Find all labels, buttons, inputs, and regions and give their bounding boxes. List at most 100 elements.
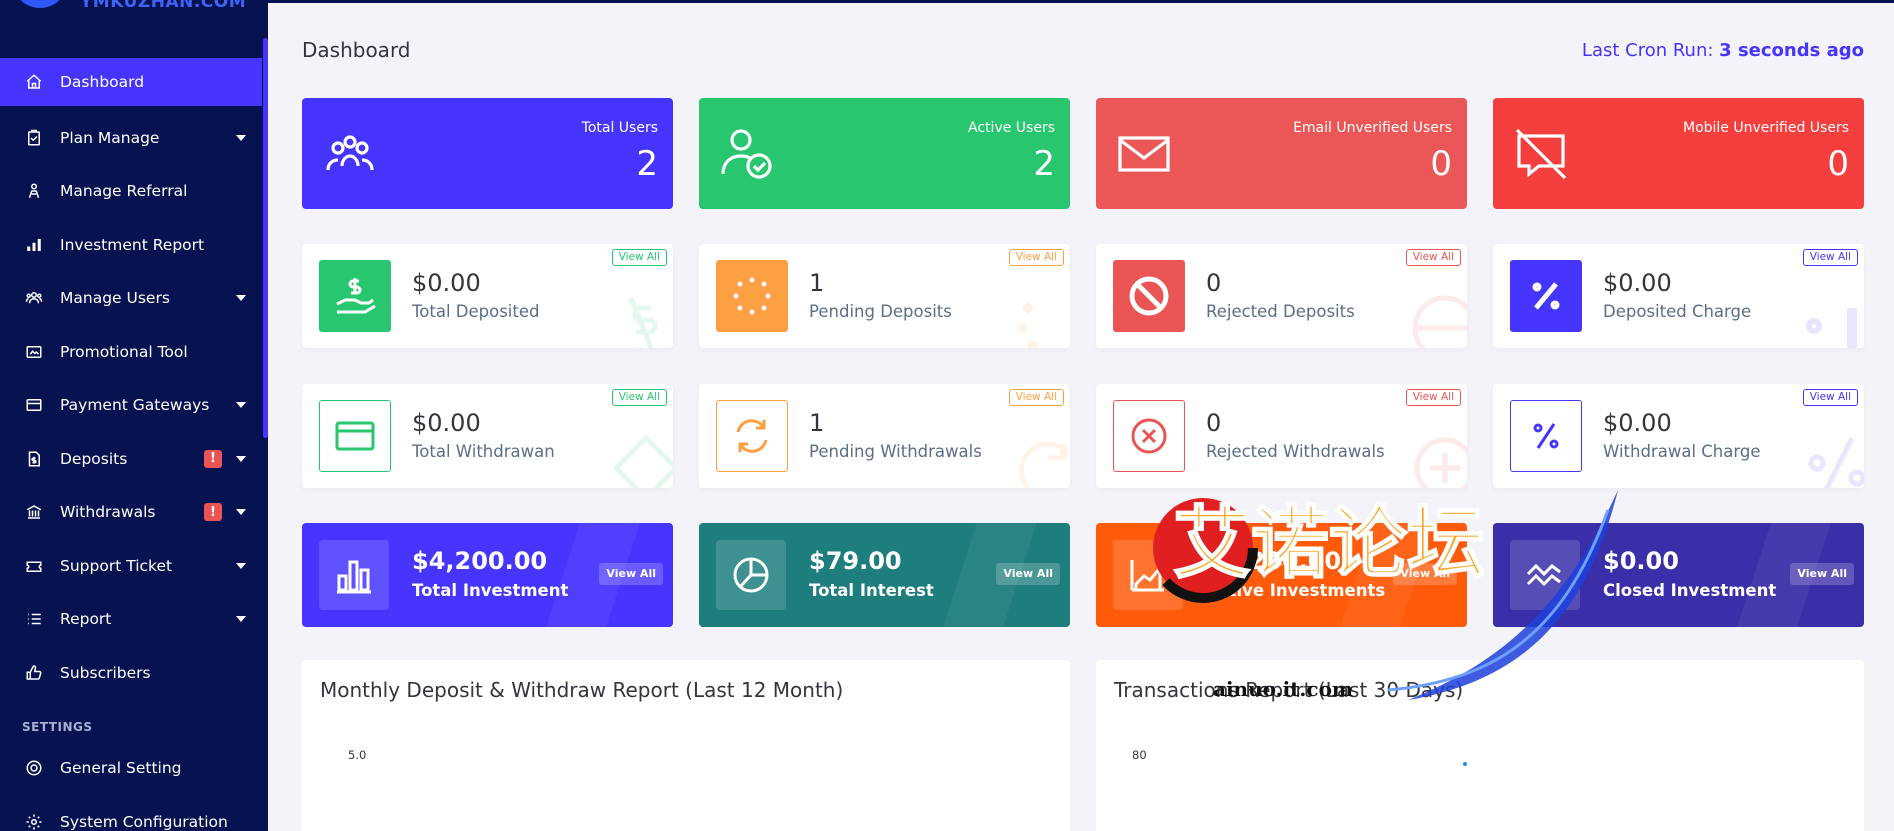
sidebar-item-label: Support Ticket (60, 556, 173, 575)
view-all-button[interactable]: View All (1802, 249, 1858, 266)
sidebar-item-subscribers[interactable]: Subscribers (0, 646, 262, 700)
top-bar (268, 0, 1894, 3)
view-all-button[interactable]: View All (599, 563, 663, 585)
sidebar-item-general-setting[interactable]: General Setting (0, 742, 262, 796)
percent-watermark-icon (1802, 288, 1864, 348)
spinner-watermark-icon (1008, 288, 1070, 348)
sidebar-item-plan-manage[interactable]: Plan Manage (0, 111, 262, 165)
view-all-button[interactable]: View All (1802, 389, 1858, 406)
sidebar-item-payment-gateways[interactable]: Payment Gateways (0, 379, 262, 433)
card-watermark-icon (611, 428, 673, 488)
sidebar-item-report[interactable]: Report (0, 593, 262, 647)
investment-value: $79.00 (809, 547, 902, 575)
sidebar-item-label: System Configuration (60, 812, 228, 831)
view-all-button[interactable]: View All (996, 563, 1060, 585)
sidebar-item-support-ticket[interactable]: Support Ticket (0, 539, 262, 593)
view-all-button[interactable]: View All (1405, 249, 1461, 266)
times-watermark-icon (1405, 428, 1467, 488)
investment-label: Active Investments (1206, 581, 1386, 600)
sidebar-item-dashboard[interactable]: Dashboard (0, 58, 262, 106)
investment-label: Total Interest (809, 581, 934, 600)
last-cron-run: Last Cron Run: 3 seconds ago (1582, 40, 1864, 61)
ticket-icon (24, 556, 44, 576)
stat-label: Pending Withdrawals (809, 442, 982, 461)
cron-label: Last Cron Run: (1581, 40, 1714, 61)
investment-value: $4,200.00 (412, 547, 548, 575)
sidebar-item-manage-users[interactable]: Manage Users (0, 272, 262, 326)
alert-badge: ! (204, 449, 222, 468)
chevron-down-icon (236, 295, 246, 302)
sidebar-menu: Dashboard Plan Manage Manage Referral In… (0, 58, 262, 831)
view-all-button[interactable]: View All (1790, 563, 1854, 585)
stat-value: $0.00 (412, 409, 481, 437)
brand-name: YMKUZHAN.COM (80, 0, 247, 12)
chevron-down-icon (236, 455, 246, 462)
clipboard-icon (24, 128, 44, 148)
sidebar-item-system-configuration[interactable]: System Configuration (0, 795, 262, 831)
transactions-report-panel: Transactions Report (Last 30 Days) 80 (1096, 660, 1864, 831)
stat-rejected-withdrawals: 0 Rejected Withdrawals View All (1096, 384, 1467, 488)
hand-dollar-icon (319, 260, 391, 332)
investment-value: $4,200.00 (1206, 547, 1342, 575)
sidebar-item-promotional-tool[interactable]: Promotional Tool (0, 325, 262, 379)
pie-chart-icon (716, 540, 786, 610)
referral-icon (24, 181, 44, 201)
chevron-down-icon (236, 562, 246, 569)
view-all-button[interactable]: View All (611, 389, 667, 406)
chevron-down-icon (236, 134, 246, 141)
stat-rejected-deposits: 0 Rejected Deposits View All (1096, 244, 1467, 348)
widget-value: 0 (1430, 144, 1452, 184)
stat-label: Deposited Charge (1603, 302, 1752, 321)
sync-icon (716, 400, 788, 472)
investment-active: $4,200.00 Active Investments View All (1096, 523, 1467, 627)
credit-card-icon (24, 395, 44, 415)
users-group-icon (322, 126, 378, 182)
widget-value: 2 (1033, 144, 1055, 184)
sidebar-item-deposits[interactable]: Deposits ! (0, 432, 262, 486)
life-ring-icon (24, 758, 44, 778)
wave-chart-icon (1510, 540, 1580, 610)
envelope-icon (1116, 126, 1172, 182)
widget-total-users[interactable]: Total Users 2 (302, 98, 673, 209)
view-all-button[interactable]: View All (1405, 389, 1461, 406)
stat-value: 1 (809, 269, 825, 297)
investment-closed: $0.00 Closed Investment View All (1493, 523, 1864, 627)
bank-icon (24, 502, 44, 522)
widget-active-users[interactable]: Active Users 2 (699, 98, 1070, 209)
sidebar-item-investment-report[interactable]: Investment Report (0, 218, 262, 272)
view-all-button[interactable]: View All (1008, 389, 1064, 406)
view-all-button[interactable]: View All (1008, 249, 1064, 266)
stat-label: Rejected Withdrawals (1206, 442, 1385, 461)
chevron-down-icon (236, 616, 246, 623)
stat-label: Pending Deposits (809, 302, 952, 321)
sidebar-item-label: Payment Gateways (60, 396, 210, 415)
brand-logo[interactable]: YMKUZHAN.COM (0, 0, 268, 46)
sidebar-item-manage-referral[interactable]: Manage Referral (0, 165, 262, 219)
stat-value: $0.00 (1603, 269, 1672, 297)
user-check-icon (719, 126, 775, 182)
sidebar-item-withdrawals[interactable]: Withdrawals ! (0, 486, 262, 540)
stat-value: $0.00 (412, 269, 481, 297)
cron-value: 3 seconds ago (1719, 40, 1864, 61)
stat-label: Withdrawal Charge (1603, 442, 1761, 461)
sidebar-item-label: Report (60, 610, 112, 629)
stat-label: Total Deposited (412, 302, 540, 321)
widget-mobile-unverified-users[interactable]: Mobile Unverified Users 0 (1493, 98, 1864, 209)
monthly-report-panel: Monthly Deposit & Withdraw Report (Last … (302, 660, 1070, 831)
bar-chart-icon (319, 540, 389, 610)
sidebar-item-label: Subscribers (60, 663, 151, 682)
stat-value: 1 (809, 409, 825, 437)
ban-icon (1113, 260, 1185, 332)
credit-card-icon (319, 400, 391, 472)
sidebar-item-label: Investment Report (60, 235, 205, 254)
stat-value: 0 (1206, 269, 1222, 297)
dollar-watermark-icon (611, 288, 673, 348)
comment-slash-icon (1513, 126, 1569, 182)
view-all-button[interactable]: View All (1393, 563, 1457, 585)
image-icon (24, 342, 44, 362)
gear-icon (24, 812, 44, 831)
view-all-button[interactable]: View All (611, 249, 667, 266)
sidebar-item-label: Manage Users (60, 289, 170, 308)
file-dollar-icon (24, 449, 44, 469)
widget-email-unverified-users[interactable]: Email Unverified Users 0 (1096, 98, 1467, 209)
